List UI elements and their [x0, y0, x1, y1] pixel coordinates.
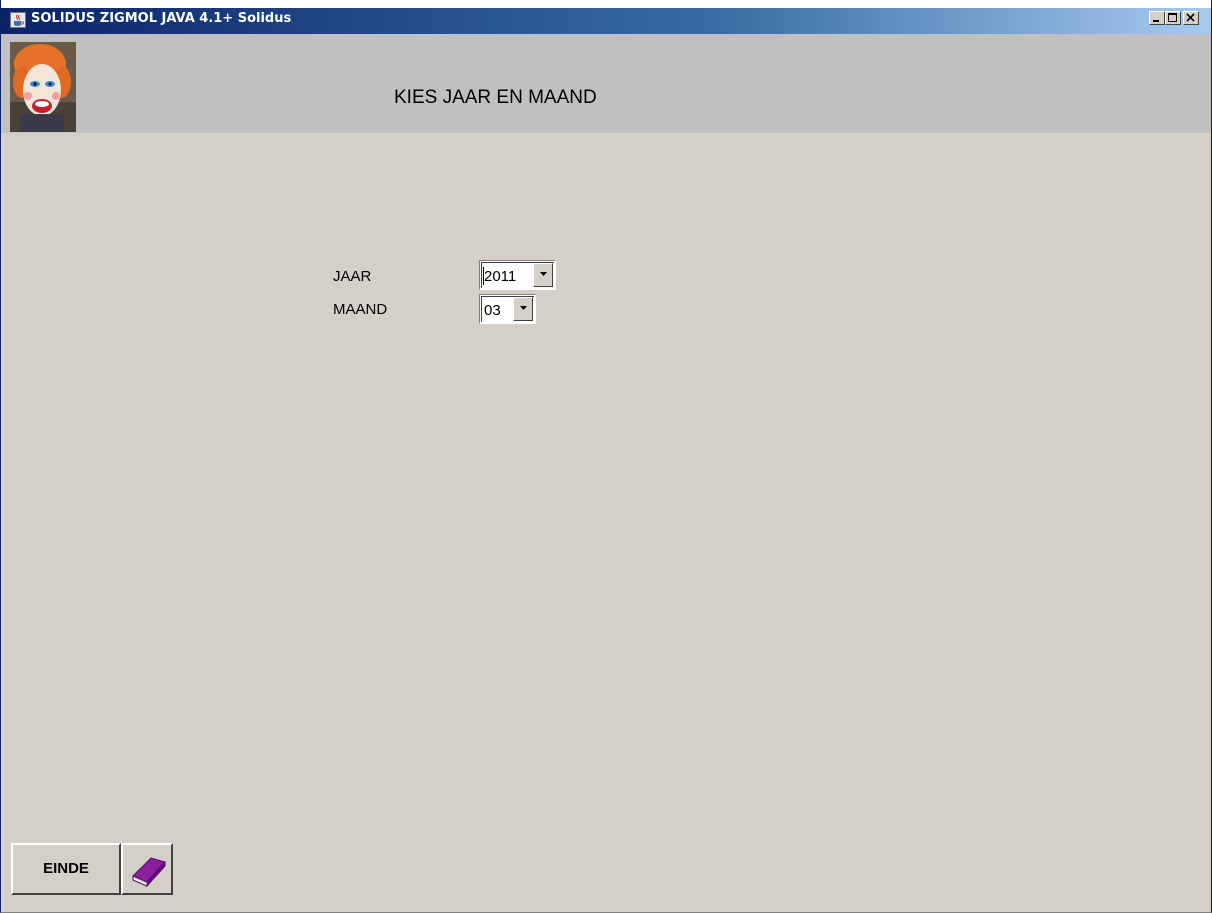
maand-dropdown-button[interactable] — [513, 297, 533, 321]
close-button[interactable] — [1183, 11, 1199, 25]
maand-label: MAAND — [333, 301, 388, 318]
minimize-icon — [1153, 20, 1159, 22]
maximize-icon — [1168, 13, 1177, 22]
jaar-selected-value: 2011 — [484, 268, 517, 285]
page-title: KIES JAAR EN MAAND — [394, 87, 597, 108]
einde-button[interactable]: EINDE — [11, 843, 121, 895]
maand-selected-value: 03 — [484, 302, 501, 319]
clown-face-logo — [10, 42, 76, 132]
maand-combobox[interactable]: 03 — [479, 294, 536, 324]
java-cup-icon[interactable] — [10, 12, 26, 28]
title-bar[interactable]: SOLIDUS ZIGMOL JAVA 4.1+ Solidus — [1, 0, 1211, 34]
jaar-dropdown-button[interactable] — [533, 263, 553, 287]
application-window: SOLIDUS ZIGMOL JAVA 4.1+ Solidus KIES JA… — [0, 0, 1212, 913]
chevron-down-icon — [519, 306, 527, 310]
jaar-label: JAAR — [333, 268, 372, 285]
window-title: SOLIDUS ZIGMOL JAVA 4.1+ Solidus — [31, 11, 292, 26]
jaar-combobox[interactable]: 2011 — [479, 260, 556, 290]
book-icon — [132, 856, 166, 887]
close-icon — [1186, 13, 1195, 22]
chevron-down-icon — [539, 272, 547, 276]
help-book-button[interactable] — [121, 843, 173, 895]
maximize-button[interactable] — [1165, 11, 1181, 25]
header-band — [1, 34, 1211, 133]
minimize-button[interactable] — [1149, 11, 1165, 25]
